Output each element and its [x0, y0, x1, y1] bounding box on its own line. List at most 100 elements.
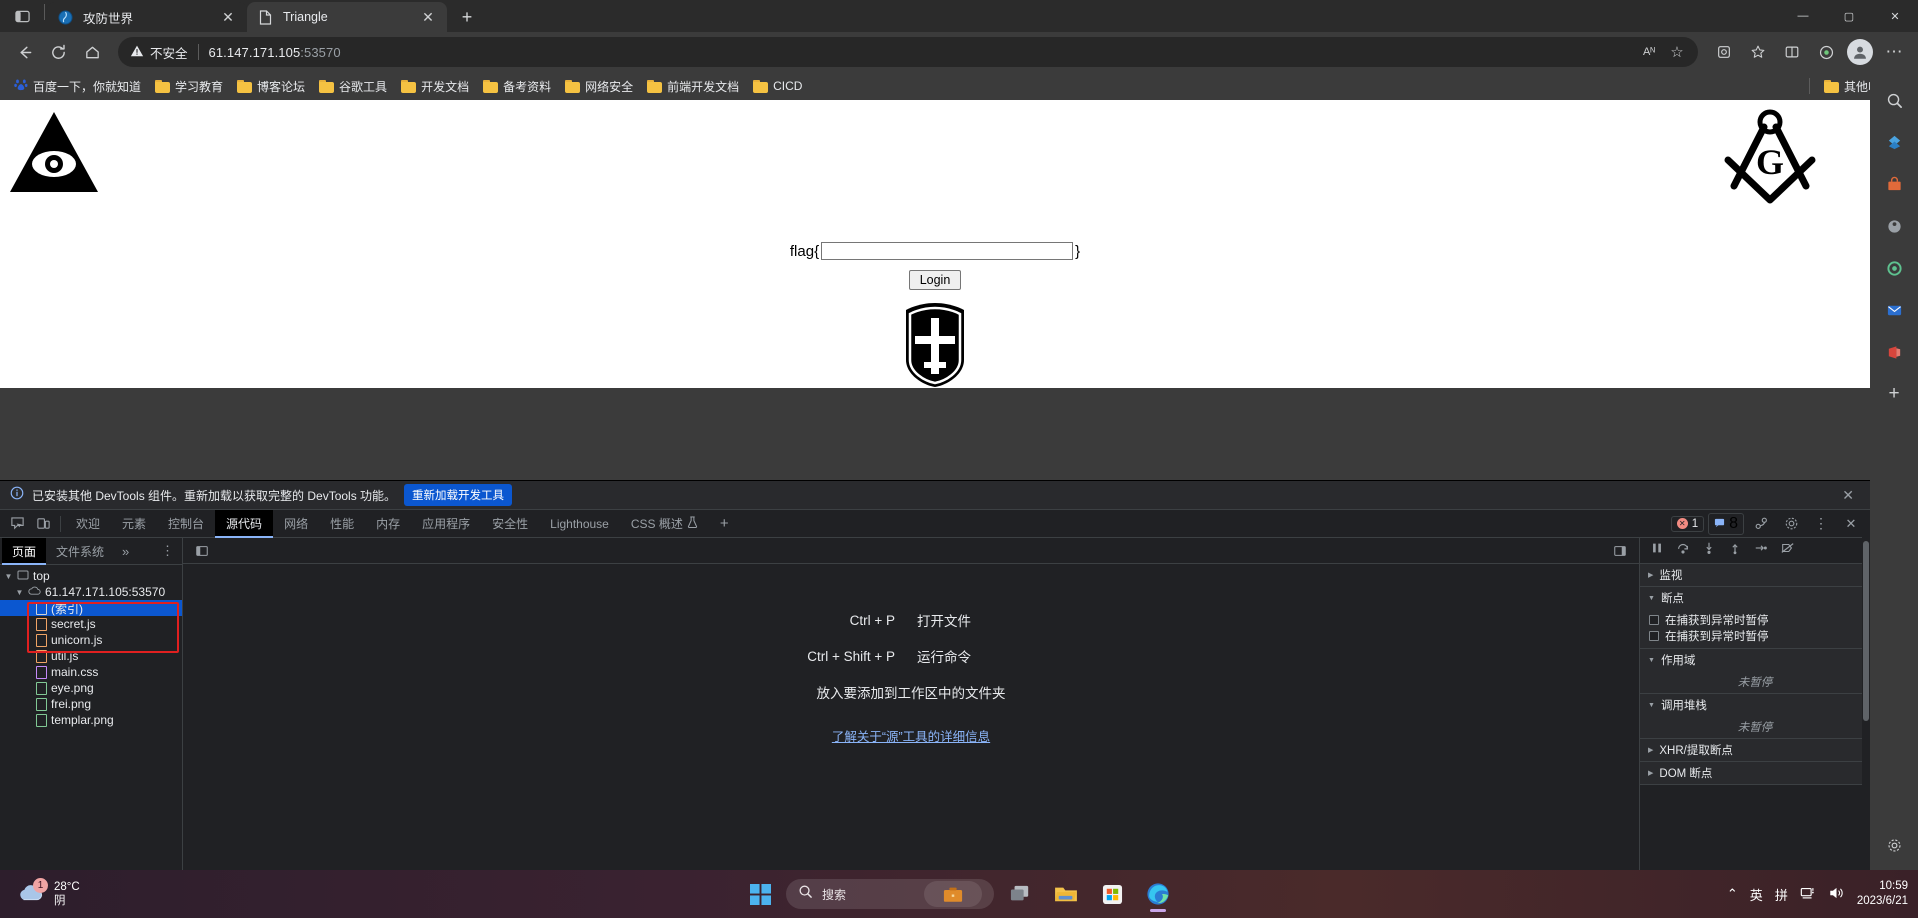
- read-aloud-icon[interactable]: Aᴺ: [1636, 39, 1662, 65]
- tree-item-templar-png[interactable]: templar.png: [0, 712, 182, 728]
- volume-icon[interactable]: [1828, 885, 1845, 904]
- bookmark-item[interactable]: 前端开发文档: [641, 75, 745, 98]
- step-over-icon[interactable]: [1676, 541, 1690, 560]
- checkbox[interactable]: [1649, 615, 1659, 625]
- gear-icon[interactable]: [1778, 511, 1804, 537]
- debugger-sidebar-scrollbar[interactable]: [1862, 533, 1870, 814]
- bookmark-item[interactable]: 百度一下，你就知道: [8, 74, 147, 99]
- tray-expand-icon[interactable]: ⌃: [1727, 886, 1738, 902]
- ime-language-icon[interactable]: 英: [1750, 885, 1763, 904]
- chevron-down-icon[interactable]: ▼: [1648, 595, 1655, 602]
- new-tab-button[interactable]: +: [453, 3, 481, 31]
- weather-widget[interactable]: 1 28°C 阴: [0, 878, 80, 908]
- tree-item-util-js[interactable]: util.js: [0, 648, 182, 664]
- microsoft-store-button[interactable]: [1092, 874, 1132, 914]
- tree-item-top[interactable]: ▼ top: [0, 568, 182, 584]
- devtools-tab-memory[interactable]: 内存: [365, 510, 411, 538]
- ime-mode-icon[interactable]: 拼: [1775, 885, 1788, 904]
- back-button[interactable]: [8, 36, 40, 68]
- navigator-more-tabs-icon[interactable]: »: [114, 544, 137, 559]
- pause-on-caught-exceptions-row[interactable]: 在捕获到异常时暂停: [1640, 612, 1870, 628]
- devtools-tab-css-overview[interactable]: CSS 概述: [620, 510, 709, 538]
- chevron-down-icon[interactable]: ▼: [15, 588, 24, 597]
- devtools-tab-application[interactable]: 应用程序: [411, 510, 481, 538]
- devtools-close-icon[interactable]: ✕: [1838, 511, 1864, 537]
- devtools-tab-sources[interactable]: 源代码: [215, 509, 274, 538]
- sidebar-add-icon[interactable]: +: [1880, 380, 1908, 408]
- navigator-tab-filesystem[interactable]: 文件系统: [46, 538, 114, 565]
- sidebar-office-icon[interactable]: [1880, 338, 1908, 366]
- sources-learn-more-link[interactable]: 了解关于“源”工具的详细信息: [832, 726, 990, 745]
- error-count-badge[interactable]: ✕ 1: [1670, 515, 1705, 532]
- close-icon[interactable]: ✕: [219, 8, 237, 26]
- edge-browser-button[interactable]: [1138, 874, 1178, 914]
- pause-on-uncaught-exceptions-row[interactable]: 在捕获到异常时暂停: [1640, 628, 1870, 644]
- tree-item-secret-js[interactable]: secret.js: [0, 616, 182, 632]
- minimize-button[interactable]: —: [1780, 0, 1826, 32]
- bookmark-item[interactable]: 备考资料: [477, 75, 557, 98]
- login-button[interactable]: Login: [908, 269, 962, 290]
- file-explorer-button[interactable]: [1046, 874, 1086, 914]
- dom-breakpoints-section[interactable]: ▶ DOM 断点: [1640, 762, 1870, 785]
- chevron-down-icon[interactable]: ▼: [4, 572, 13, 581]
- taskbar-search[interactable]: 搜索: [786, 879, 994, 909]
- show-navigator-icon[interactable]: [189, 538, 215, 564]
- watch-section[interactable]: ▶ 监视: [1640, 564, 1870, 587]
- devtools-tab-performance[interactable]: 性能: [319, 510, 365, 538]
- banner-close-icon[interactable]: ✕: [1836, 487, 1860, 504]
- sidebar-shopping-icon[interactable]: [1880, 170, 1908, 198]
- sidebar-games-icon[interactable]: [1880, 212, 1908, 240]
- bookmark-item[interactable]: 博客论坛: [231, 75, 311, 98]
- sidebar-settings-icon[interactable]: [1880, 831, 1908, 859]
- address-bar[interactable]: 不安全 61.147.171.105:53570 Aᴺ ☆: [118, 37, 1698, 67]
- devtools-tab-elements[interactable]: 元素: [111, 510, 157, 538]
- deactivate-breakpoints-icon[interactable]: [1780, 541, 1795, 560]
- step-out-icon[interactable]: [1728, 541, 1742, 560]
- maximize-button[interactable]: ▢: [1826, 0, 1872, 32]
- devtools-tab-lighthouse[interactable]: Lighthouse: [539, 510, 620, 538]
- devices-icon[interactable]: [1748, 511, 1774, 537]
- tree-item-frei-png[interactable]: frei.png: [0, 696, 182, 712]
- chevron-right-icon[interactable]: ▶: [1648, 769, 1653, 777]
- window-close-button[interactable]: ✕: [1872, 0, 1918, 32]
- bookmark-item[interactable]: 网络安全: [559, 75, 639, 98]
- step-icon[interactable]: [1754, 541, 1768, 560]
- devtools-add-tab-button[interactable]: +: [709, 510, 740, 538]
- close-icon[interactable]: ✕: [419, 8, 437, 26]
- tree-item-unicorn-js[interactable]: unicorn.js: [0, 632, 182, 648]
- flag-input[interactable]: [821, 242, 1074, 260]
- scrollbar-thumb[interactable]: [1863, 541, 1869, 721]
- start-button[interactable]: [740, 874, 780, 914]
- device-toolbar-icon[interactable]: [30, 511, 56, 537]
- avatar[interactable]: [1844, 36, 1876, 68]
- step-into-icon[interactable]: [1702, 541, 1716, 560]
- tree-item-main-css[interactable]: main.css: [0, 664, 182, 680]
- devtools-tab-console[interactable]: 控制台: [157, 510, 215, 538]
- collections-icon[interactable]: [1708, 36, 1740, 68]
- taskbar-clock[interactable]: 10:59 2023/6/21: [1857, 879, 1908, 909]
- tree-item-index[interactable]: (索引): [0, 600, 182, 616]
- bookmark-item[interactable]: 开发文档: [395, 75, 475, 98]
- navigator-kebab-icon[interactable]: ⋮: [153, 543, 182, 559]
- dom-breakpoints-header[interactable]: ▶ DOM 断点: [1640, 762, 1870, 784]
- reload-devtools-button[interactable]: 重新加载开发工具: [404, 484, 513, 506]
- tree-item-eye-png[interactable]: eye.png: [0, 680, 182, 696]
- chevron-down-icon[interactable]: ▼: [1648, 702, 1655, 709]
- inspect-element-icon[interactable]: [4, 511, 30, 537]
- bookmark-item[interactable]: 学习教育: [149, 75, 229, 98]
- home-button[interactable]: [76, 36, 108, 68]
- split-screen-icon[interactable]: [1776, 36, 1808, 68]
- message-count-badge[interactable]: 8: [1708, 512, 1744, 535]
- devtools-more-icon[interactable]: ⋮: [1808, 511, 1834, 537]
- editor-more-icon[interactable]: [1607, 538, 1633, 564]
- pause-resume-icon[interactable]: [1650, 541, 1664, 560]
- xhr-breakpoints-section[interactable]: ▶ XHR/提取断点: [1640, 739, 1870, 762]
- browser-tab-1[interactable]: 攻防世界 ✕: [47, 2, 247, 32]
- favorites-icon[interactable]: [1742, 36, 1774, 68]
- sidebar-outlook-icon[interactable]: [1880, 296, 1908, 324]
- chevron-right-icon[interactable]: ▶: [1648, 571, 1653, 579]
- xhr-breakpoints-header[interactable]: ▶ XHR/提取断点: [1640, 739, 1870, 761]
- chevron-down-icon[interactable]: ▼: [1648, 657, 1655, 664]
- tab-actions-icon[interactable]: [0, 0, 44, 32]
- task-view-button[interactable]: [1000, 874, 1040, 914]
